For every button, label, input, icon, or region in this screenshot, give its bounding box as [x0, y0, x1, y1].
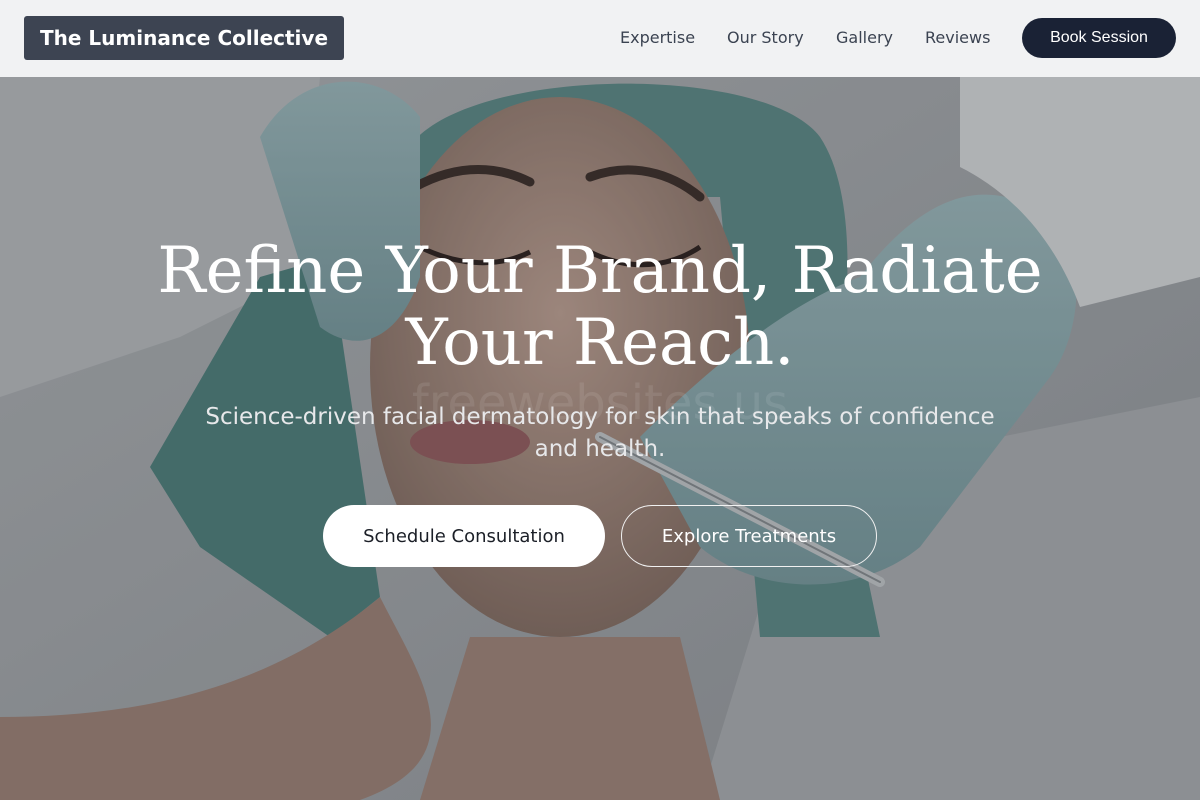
nav-link-reviews[interactable]: Reviews [925, 28, 990, 47]
brand-logo[interactable]: The Luminance Collective [24, 16, 345, 60]
hero-subheadline-line-2: and health. [534, 436, 666, 462]
hero-headline-line-1: Refine Your Brand, Radiate [157, 234, 1043, 308]
hero-subheadline: Science-driven facial dermatology for sk… [160, 401, 1040, 465]
hero-subheadline-line-1: Science-driven facial dermatology for sk… [205, 404, 995, 430]
nav-link-expertise[interactable]: Expertise [620, 28, 695, 47]
hero-section: freewebsites.us Refine Your Brand, Radia… [0, 77, 1200, 800]
schedule-consultation-button[interactable]: Schedule Consultation [323, 505, 605, 567]
site-header: The Luminance Collective Expertise Our S… [0, 0, 1200, 77]
explore-treatments-button[interactable]: Explore Treatments [621, 505, 877, 567]
hero-headline-line-2: Your Reach. [405, 306, 795, 380]
book-session-button[interactable]: Book Session [1022, 18, 1176, 58]
hero-headline: Refine Your Brand, Radiate Your Reach. [100, 235, 1100, 379]
nav-link-our-story[interactable]: Our Story [727, 28, 804, 47]
nav-link-gallery[interactable]: Gallery [836, 28, 893, 47]
